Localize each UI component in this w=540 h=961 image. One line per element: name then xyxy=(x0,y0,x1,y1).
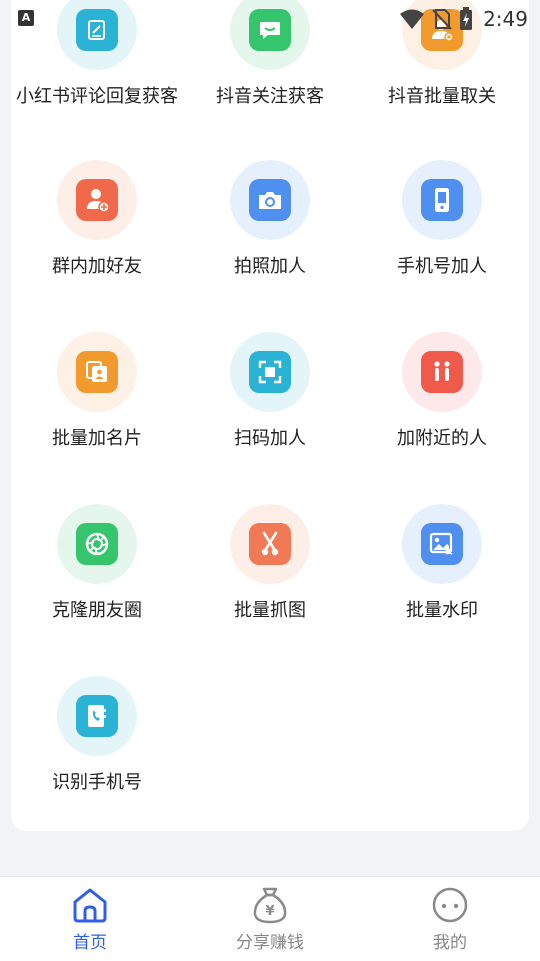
feature-icon-circle xyxy=(230,504,310,584)
feature-tile[interactable]: 群内加好友 xyxy=(11,160,183,310)
scissors-icon xyxy=(249,523,291,565)
scan-icon xyxy=(249,351,291,393)
feature-tile[interactable]: 手机号加人 xyxy=(356,160,528,310)
nav-label-home: 首页 xyxy=(73,933,107,953)
nearby-people-icon xyxy=(421,351,463,393)
feature-label: 拍照加人 xyxy=(234,256,306,277)
image-icon xyxy=(421,523,463,565)
feature-tile[interactable]: 加附近的人 xyxy=(356,332,528,482)
feature-label: 群内加好友 xyxy=(52,256,142,277)
money-bag-icon: ¥ xyxy=(253,887,287,924)
feature-tile[interactable]: 识别手机号 xyxy=(11,676,183,826)
feature-icon-circle xyxy=(57,160,137,240)
feature-label: 手机号加人 xyxy=(397,256,487,277)
feature-tile[interactable]: 批量水印 xyxy=(356,504,528,654)
notification-app-icon: A xyxy=(18,10,34,26)
feature-icon-circle xyxy=(402,160,482,240)
feature-label: 加附近的人 xyxy=(397,428,487,449)
feature-tile[interactable]: 批量抓图 xyxy=(184,504,356,654)
feature-icon-circle xyxy=(230,160,310,240)
feature-label: 抖音关注获客 xyxy=(216,86,324,107)
home-icon xyxy=(73,888,107,923)
bottom-nav: 首页 ¥ 分享赚钱 我的 xyxy=(0,876,540,961)
nav-item-mine[interactable]: 我的 xyxy=(360,877,540,961)
feature-tile[interactable]: 克隆朋友圈 xyxy=(11,504,183,654)
nav-item-home[interactable]: 首页 xyxy=(0,877,180,961)
feature-label: 小红书评论回复获客 xyxy=(16,86,178,107)
battery-charging-icon xyxy=(460,7,473,30)
feature-tile[interactable]: 批量加名片 xyxy=(11,332,183,482)
feature-icon-circle xyxy=(402,332,482,412)
nav-item-share-earn[interactable]: ¥ 分享赚钱 xyxy=(180,877,360,961)
feature-icon-circle xyxy=(402,504,482,584)
contact-book-icon xyxy=(76,695,118,737)
business-card-icon xyxy=(76,351,118,393)
feature-label: 批量加名片 xyxy=(52,428,142,449)
feature-tile[interactable]: 扫码加人 xyxy=(184,332,356,482)
sim-off-icon xyxy=(432,9,452,30)
feature-icon-circle xyxy=(57,504,137,584)
feature-icon-circle xyxy=(57,332,137,412)
status-bar: A 2:49 xyxy=(0,0,540,38)
feature-label: 识别手机号 xyxy=(52,772,142,793)
feature-tile[interactable]: 拍照加人 xyxy=(184,160,356,310)
clock: 2:49 xyxy=(483,7,528,31)
phone-icon xyxy=(421,179,463,221)
feature-icon-circle xyxy=(230,332,310,412)
nav-label-share-earn: 分享赚钱 xyxy=(236,933,304,953)
feature-label: 克隆朋友圈 xyxy=(52,600,142,621)
feature-label: 批量水印 xyxy=(406,600,478,621)
svg-text:¥: ¥ xyxy=(265,904,274,919)
feature-label: 抖音批量取关 xyxy=(388,86,496,107)
feature-label: 批量抓图 xyxy=(234,600,306,621)
nav-label-mine: 我的 xyxy=(433,933,467,953)
feature-icon-circle xyxy=(57,676,137,756)
profile-face-icon xyxy=(432,887,468,923)
add-contact-icon xyxy=(76,179,118,221)
feature-label: 扫码加人 xyxy=(234,428,306,449)
aperture-icon xyxy=(76,523,118,565)
wifi-icon xyxy=(400,9,425,29)
camera-icon xyxy=(249,179,291,221)
